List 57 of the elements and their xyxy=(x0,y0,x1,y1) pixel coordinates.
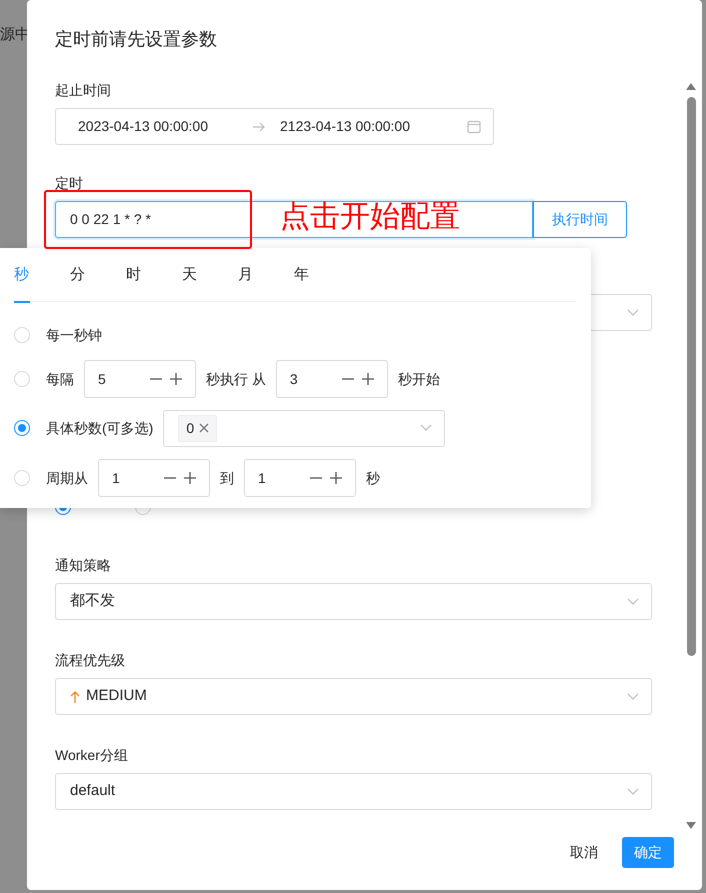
chevron-down-icon xyxy=(627,788,639,796)
tab[interactable]: 天 xyxy=(182,248,238,302)
field-label: 通知策略 xyxy=(55,556,111,574)
option-label: 具体秒数(可多选) xyxy=(46,418,154,438)
tab[interactable]: 月 xyxy=(238,248,294,302)
option-label: 每一秒钟 xyxy=(46,326,102,344)
select-value: MEDIUM xyxy=(86,686,147,706)
annotation-text: 点击开始配置 xyxy=(280,199,460,235)
field-label: 起止时间 xyxy=(55,80,111,100)
option-label: 每隔 xyxy=(46,370,74,388)
option-label: 周期从 xyxy=(46,468,88,488)
tag-text: 0 xyxy=(186,418,194,438)
tab[interactable]: 年 xyxy=(294,248,350,302)
radio-button[interactable] xyxy=(14,420,30,436)
number-input[interactable]: 1 xyxy=(98,459,210,497)
plus-icon xyxy=(183,471,197,485)
option-label: 秒开始 xyxy=(398,370,440,388)
number-value: 1 xyxy=(112,468,121,488)
number-value: 5 xyxy=(98,370,107,388)
scroll-up-icon xyxy=(686,83,696,90)
select-field[interactable]: 都不发 xyxy=(55,583,652,620)
field-label: 流程优先级 xyxy=(55,650,125,670)
field-label: 定时 xyxy=(55,174,83,192)
number-value: 1 xyxy=(258,468,267,488)
dialog-title: 定时前请先设置参数 xyxy=(55,28,217,51)
number-input[interactable]: 1 xyxy=(244,459,356,497)
tab[interactable]: 时 xyxy=(126,248,182,302)
scroll-down-icon xyxy=(686,822,696,829)
field-label: Worker分组 xyxy=(55,746,128,764)
select-field[interactable]: default xyxy=(55,773,652,810)
chevron-down-icon xyxy=(627,692,639,700)
option-label: 秒 xyxy=(366,468,380,488)
chevron-down-icon xyxy=(420,424,432,432)
date-range-field[interactable]: 2023-04-13 00:00:00 2123-04-13 00:00:00 xyxy=(55,108,494,145)
chevron-down-icon xyxy=(627,598,639,606)
close-icon xyxy=(199,423,210,433)
select-value: default xyxy=(70,781,116,802)
plus-icon xyxy=(360,372,375,386)
select-value: 都不发 xyxy=(70,591,115,612)
option-label: 秒执行 从 xyxy=(206,370,266,388)
option-label: 到 xyxy=(220,468,234,488)
multi-select-field[interactable]: 0 xyxy=(163,410,446,446)
chevron-down-icon xyxy=(627,308,639,316)
tab[interactable]: 分 xyxy=(70,248,126,302)
scrollbar-thumb[interactable] xyxy=(686,97,696,656)
cancel-button[interactable]: 取消 xyxy=(570,837,598,868)
arrow-up-icon xyxy=(70,690,80,702)
plus-icon xyxy=(329,471,343,485)
arrow-right-icon xyxy=(252,122,266,132)
number-value: 3 xyxy=(290,370,299,388)
calendar-icon xyxy=(467,120,481,134)
plus-icon xyxy=(169,372,183,386)
start-date-text: 2023-04-13 00:00:00 xyxy=(78,117,209,136)
select-field[interactable]: MEDIUM xyxy=(55,678,652,715)
number-input[interactable]: 5 xyxy=(84,360,196,398)
number-input[interactable]: 3 xyxy=(276,360,388,398)
end-date-text: 2123-04-13 00:00:00 xyxy=(280,117,411,136)
